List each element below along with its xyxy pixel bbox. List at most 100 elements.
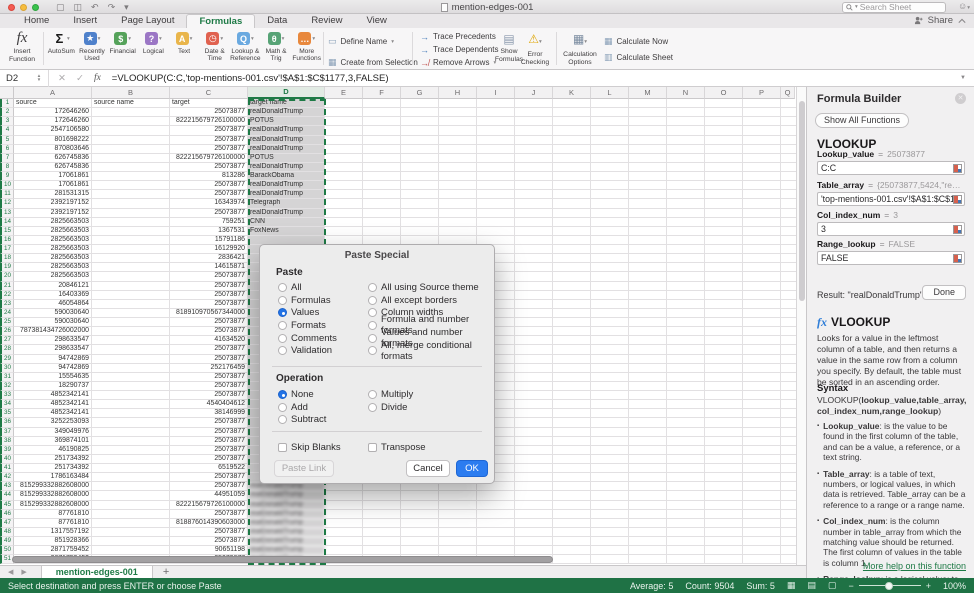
cell[interactable] — [92, 501, 170, 510]
cell[interactable]: 251734392 — [14, 455, 92, 464]
cell[interactable]: 815299332882608000 — [14, 482, 92, 491]
row-header[interactable]: 32 — [0, 382, 14, 391]
cell[interactable]: 4852342141 — [14, 409, 92, 418]
field-input-range-lookup[interactable]: FALSE — [817, 251, 965, 265]
cell[interactable] — [92, 373, 170, 382]
row-header[interactable]: 3 — [0, 117, 14, 126]
cell[interactable]: Telegraph — [248, 199, 325, 208]
cell[interactable] — [92, 263, 170, 272]
cell[interactable] — [92, 209, 170, 218]
row-header[interactable]: 33 — [0, 391, 14, 400]
formula-bar-expand-icon[interactable]: ▼ — [960, 75, 966, 81]
cell[interactable]: 25073877 — [170, 355, 248, 364]
cell[interactable]: 2547106580 — [14, 126, 92, 135]
cell[interactable]: 3252253093 — [14, 418, 92, 427]
cell[interactable]: 25073877 — [170, 272, 248, 281]
row-header[interactable]: 14 — [0, 218, 14, 227]
row-header[interactable]: 24 — [0, 309, 14, 318]
cell[interactable]: 25073877 — [170, 163, 248, 172]
cell[interactable]: 822215679726100000 — [170, 117, 248, 126]
radio-divide[interactable]: Divide — [368, 401, 413, 414]
empty-cells[interactable] — [325, 528, 796, 537]
cell[interactable] — [92, 446, 170, 455]
cell[interactable]: realDonaldTrump — [248, 126, 325, 135]
cell[interactable] — [92, 546, 170, 555]
radio-multiply[interactable]: Multiply — [368, 388, 413, 401]
radio-comments[interactable]: Comments — [278, 332, 337, 345]
field-input-table-array[interactable]: 'top-mentions-001.csv'!$A$1:$C$1177 — [817, 192, 965, 206]
ribbon-button-recently-used[interactable]: ★▾ Recently Used — [77, 31, 108, 62]
cell[interactable]: 25073877 — [170, 291, 248, 300]
cell[interactable]: CNN — [248, 218, 325, 227]
cell[interactable] — [92, 282, 170, 291]
cell[interactable] — [92, 400, 170, 409]
cell[interactable] — [92, 482, 170, 491]
name-box[interactable]: D2 — [0, 73, 34, 84]
cell[interactable] — [92, 409, 170, 418]
cell[interactable]: 851928366 — [14, 537, 92, 546]
column-header-c[interactable]: C — [170, 87, 248, 99]
cell[interactable]: 815299332882608000 — [14, 491, 92, 500]
cell[interactable]: realDonaldTrump — [248, 181, 325, 190]
column-header-g[interactable]: G — [401, 87, 439, 99]
cell[interactable]: 822215679726100000 — [170, 501, 248, 510]
cell[interactable]: 2392197152 — [14, 199, 92, 208]
cell[interactable]: realDonaldTrump — [248, 519, 325, 528]
name-box-stepper[interactable]: ▲▼ — [34, 74, 44, 82]
cell[interactable]: 44951059 — [170, 491, 248, 500]
column-header-j[interactable]: J — [515, 87, 553, 99]
panel-close-icon[interactable]: ✕ — [955, 93, 966, 104]
cell[interactable]: POTUS — [248, 117, 325, 126]
cell[interactable] — [92, 218, 170, 227]
row-header[interactable]: 31 — [0, 373, 14, 382]
cell[interactable]: 6519522 — [170, 464, 248, 473]
radio-subtract[interactable]: Subtract — [278, 413, 326, 426]
cell[interactable]: target name — [248, 99, 325, 108]
cell[interactable]: 815299332882608000 — [14, 501, 92, 510]
empty-cells[interactable] — [325, 227, 796, 236]
empty-cells[interactable] — [325, 136, 796, 145]
zoom-out-icon[interactable]: − — [848, 581, 853, 591]
empty-cells[interactable] — [325, 117, 796, 126]
cell[interactable] — [92, 227, 170, 236]
cell[interactable]: 1786163484 — [14, 473, 92, 482]
confirm-entry-icon[interactable]: ✓ — [76, 73, 84, 84]
calculate-now-button[interactable]: ▦ Calculate Now — [604, 36, 668, 47]
row-header[interactable]: 4 — [0, 126, 14, 135]
cell[interactable]: 14615871 — [170, 263, 248, 272]
cell[interactable] — [92, 108, 170, 117]
cell[interactable] — [92, 300, 170, 309]
cell[interactable]: 252176459 — [170, 364, 248, 373]
cell[interactable] — [92, 199, 170, 208]
empty-cells[interactable] — [325, 108, 796, 117]
row-header[interactable]: 22 — [0, 291, 14, 300]
cell[interactable] — [92, 236, 170, 245]
calculation-options-button[interactable]: ▦▾ Calculation Options — [559, 32, 601, 66]
empty-cells[interactable] — [325, 519, 796, 528]
radio-formats[interactable]: Formats — [278, 319, 337, 332]
cell[interactable]: realDonaldTrump — [248, 145, 325, 154]
row-header[interactable]: 48 — [0, 528, 14, 537]
radio-none[interactable]: None — [278, 388, 326, 401]
ribbon-button-financial[interactable]: $▾ Financial — [107, 31, 138, 62]
insert-function-button[interactable]: fx Insert Function — [2, 31, 42, 63]
radio-values[interactable]: Values — [278, 306, 337, 319]
empty-cells[interactable] — [325, 99, 796, 108]
row-header[interactable]: 28 — [0, 345, 14, 354]
cell[interactable]: 18290737 — [14, 382, 92, 391]
row-header[interactable]: 5 — [0, 136, 14, 145]
radio-formulas[interactable]: Formulas — [278, 294, 337, 307]
cell[interactable]: 2836421 — [170, 254, 248, 263]
ribbon-tab-review[interactable]: Review — [299, 14, 354, 28]
cell[interactable]: 25073877 — [170, 126, 248, 135]
cell[interactable]: realDonaldTrump — [248, 510, 325, 519]
column-header-a[interactable]: A — [14, 87, 92, 99]
row-header[interactable]: 27 — [0, 336, 14, 345]
ribbon-button-trace-precedents[interactable]: → Trace Precedents — [420, 30, 499, 43]
zoom-in-icon[interactable]: + — [926, 581, 931, 591]
cell[interactable]: 298633547 — [14, 345, 92, 354]
cell[interactable]: 251734392 — [14, 464, 92, 473]
sheet-tab-active[interactable]: mention-edges-001 — [41, 566, 153, 579]
cell[interactable]: 4852342141 — [14, 391, 92, 400]
cell[interactable]: 87761810 — [14, 510, 92, 519]
